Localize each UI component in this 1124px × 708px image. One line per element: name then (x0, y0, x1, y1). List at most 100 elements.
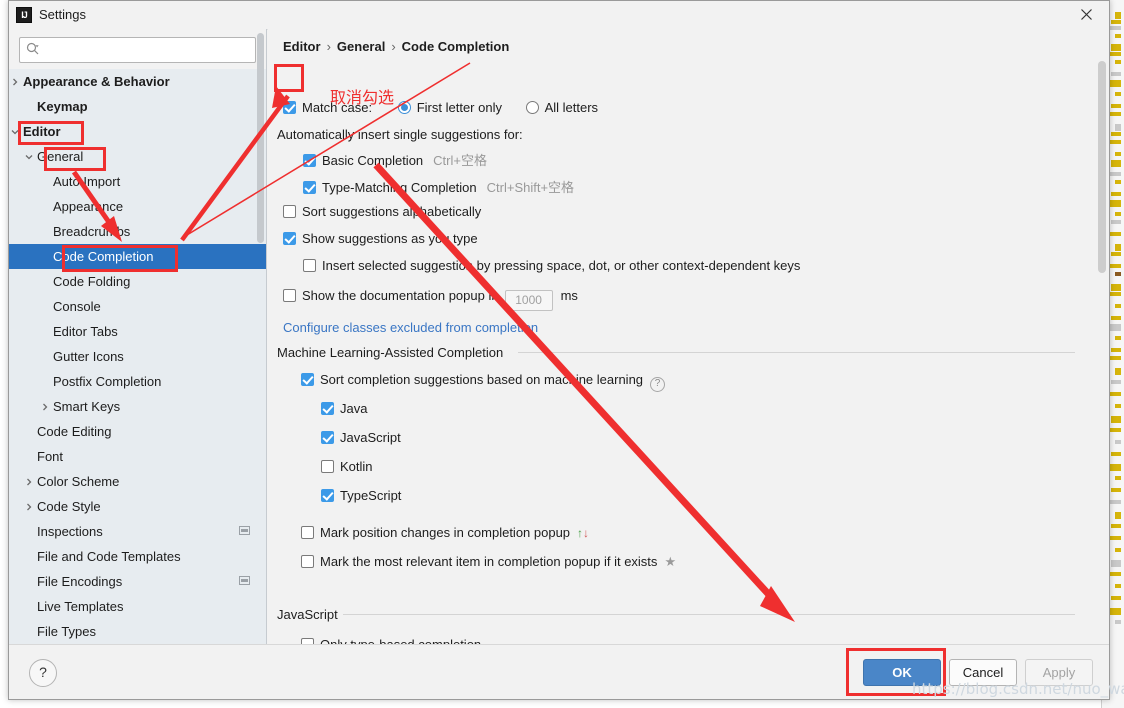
sort-alphabetically-label: Sort suggestions alphabetically (302, 204, 482, 219)
gutter-marker (1111, 284, 1121, 291)
sidebar-item-file-types[interactable]: File Types (9, 619, 266, 644)
sidebar-item-label: Code Style (37, 499, 101, 514)
sidebar-item-postfix-completion[interactable]: Postfix Completion (9, 369, 266, 394)
kotlin-checkbox[interactable] (321, 460, 334, 473)
sort-alphabetically-row: Sort suggestions alphabetically (283, 204, 481, 219)
chevron-right-icon[interactable] (24, 477, 34, 487)
search-box[interactable] (19, 37, 256, 63)
mark-relevant-checkbox[interactable] (301, 555, 314, 568)
sidebar-item-code-style[interactable]: Code Style (9, 494, 266, 519)
sort-ml-checkbox[interactable] (301, 373, 314, 386)
insert-selected-row: Insert selected suggestion by pressing s… (303, 258, 800, 273)
dialog-body: Appearance & Behavior Keymap Editor General… (9, 29, 1109, 699)
search-input[interactable] (46, 40, 251, 60)
sidebar-item-breadcrumbs[interactable]: Breadcrumbs (9, 219, 266, 244)
apply-button[interactable]: Apply (1025, 659, 1093, 686)
gutter-marker (1111, 72, 1121, 76)
sidebar-item-live-templates[interactable]: Live Templates (9, 594, 266, 619)
sidebar-item-auto-import[interactable]: Auto Import (9, 169, 266, 194)
gutter-marker (1111, 524, 1121, 528)
sidebar-item-code-completion[interactable]: Code Completion (9, 244, 266, 269)
gutter-marker (1115, 124, 1121, 131)
first-letter-only-label: First letter only (416, 100, 502, 115)
star-icon: ★ (664, 554, 677, 569)
search-area (9, 29, 266, 69)
main-scrollbar[interactable] (1098, 61, 1106, 273)
java-label: Java (340, 401, 368, 416)
doc-popup-delay-input[interactable]: 1000 (504, 290, 553, 311)
sidebar-item-color-scheme[interactable]: Color Scheme (9, 469, 266, 494)
sidebar-item-font[interactable]: Font (9, 444, 266, 469)
show-as-you-type-checkbox[interactable] (283, 232, 296, 245)
sidebar-item-file-encodings[interactable]: File Encodings (9, 569, 266, 594)
sidebar-item-inspections[interactable]: Inspections (9, 519, 266, 544)
title-bar: IJ Settings (9, 1, 1109, 30)
cancel-button[interactable]: Cancel (949, 659, 1017, 686)
sort-alphabetically-checkbox[interactable] (283, 205, 296, 218)
match-case-checkbox[interactable] (283, 101, 296, 114)
gutter-marker (1115, 60, 1121, 64)
intellij-logo-icon: IJ (16, 7, 32, 23)
sidebar-item-label: File Types (37, 624, 97, 639)
sidebar-item-keymap[interactable]: Keymap (9, 94, 266, 119)
insert-selected-checkbox[interactable] (303, 259, 316, 272)
gutter-marker (1111, 416, 1121, 423)
sidebar-item-console[interactable]: Console (9, 294, 266, 319)
sidebar-item-editor[interactable]: Editor (9, 119, 266, 144)
all-letters-radio[interactable] (525, 101, 539, 114)
gutter-marker (1115, 336, 1121, 340)
type-matching-completion-checkbox[interactable] (303, 181, 316, 194)
app-icon-label: IJ (21, 10, 28, 20)
sidebar-item-smart-keys[interactable]: Smart Keys (9, 394, 266, 419)
gutter-marker (1111, 160, 1121, 167)
sidebar-item-code-folding[interactable]: Code Folding (9, 269, 266, 294)
typescript-checkbox[interactable] (321, 489, 334, 502)
configure-excluded-link[interactable]: Configure classes excluded from completi… (283, 320, 538, 335)
sidebar-item-gutter-icons[interactable]: Gutter Icons (9, 344, 266, 369)
show-as-you-type-label: Show suggestions as you type (302, 231, 478, 246)
basic-completion-checkbox[interactable] (303, 154, 316, 167)
gutter-marker (1115, 548, 1121, 552)
sidebar-scrollbar[interactable] (257, 33, 264, 243)
sidebar-item-appearance-behavior[interactable]: Appearance & Behavior (9, 69, 266, 94)
chevron-right-icon[interactable] (10, 77, 20, 87)
sidebar-item-label: Postfix Completion (53, 374, 162, 389)
mark-position-label: Mark position changes in completion popu… (320, 525, 571, 540)
sidebar-item-label: Gutter Icons (53, 349, 124, 364)
chevron-right-icon[interactable] (24, 502, 34, 512)
sidebar-item-file-and-code-templates[interactable]: File and Code Templates (9, 544, 266, 569)
sidebar-item-general[interactable]: General (9, 144, 266, 169)
chevron-down-icon[interactable] (10, 127, 20, 137)
sidebar-item-editor-tabs[interactable]: Editor Tabs (9, 319, 266, 344)
chevron-right-icon[interactable] (40, 402, 50, 412)
breadcrumb-editor[interactable]: Editor (283, 39, 321, 54)
sidebar-item-appearance[interactable]: Appearance (9, 194, 266, 219)
javascript-group-divider (343, 614, 1075, 615)
java-checkbox[interactable] (321, 402, 334, 415)
close-icon[interactable] (1063, 1, 1109, 28)
arrow-down-icon: ↓ (583, 526, 590, 540)
javascript-label: JavaScript (340, 430, 401, 445)
doc-popup-checkbox[interactable] (283, 289, 296, 302)
first-letter-only-radio[interactable] (397, 101, 411, 114)
gutter-marker (1111, 488, 1121, 492)
sidebar-item-label: Color Scheme (37, 474, 120, 489)
javascript-checkbox[interactable] (321, 431, 334, 444)
gutter-marker (1115, 476, 1121, 480)
basic-completion-label: Basic Completion (322, 153, 424, 168)
typescript-label: TypeScript (340, 488, 402, 503)
gutter-marker (1115, 272, 1121, 276)
type-matching-completion-label: Type-Matching Completion (322, 180, 477, 195)
sidebar-item-label: Font (37, 449, 64, 464)
help-circle-icon[interactable]: ? (650, 377, 666, 392)
chevron-down-icon[interactable] (24, 152, 34, 162)
ok-button[interactable]: OK (863, 659, 941, 686)
help-button[interactable]: ? (29, 659, 57, 687)
sidebar-item-label: Editor (23, 124, 61, 139)
breadcrumb-general[interactable]: General (337, 39, 385, 54)
sidebar-item-code-editing[interactable]: Code Editing (9, 419, 266, 444)
gutter-marker (1111, 44, 1121, 51)
gutter-marker (1115, 512, 1121, 519)
gutter-marker (1115, 34, 1121, 38)
mark-position-checkbox[interactable] (301, 526, 314, 539)
